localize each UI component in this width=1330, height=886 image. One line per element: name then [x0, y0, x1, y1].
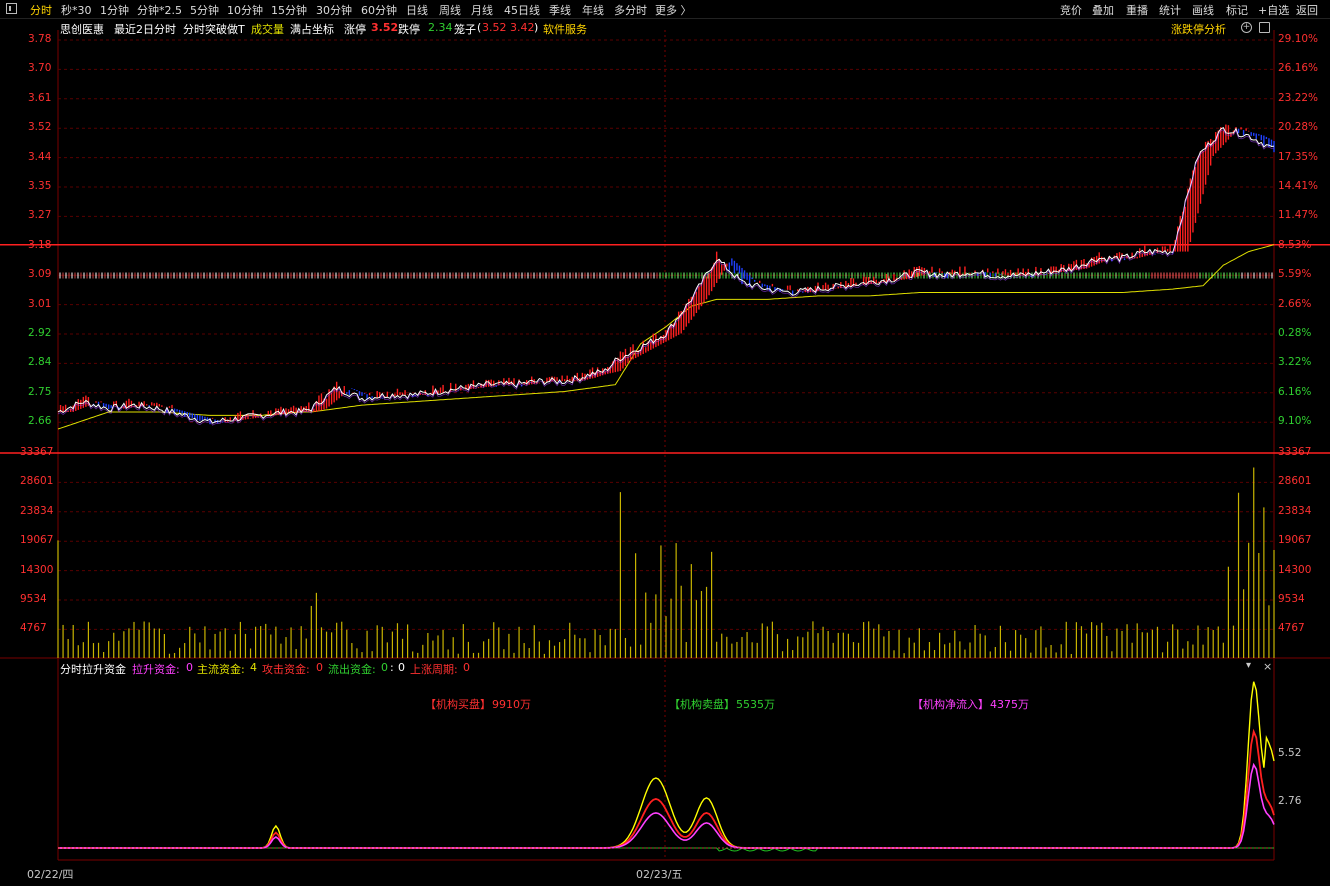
date-label-day1: 02/22/四: [27, 868, 74, 881]
inst-net-value: 4375万: [990, 698, 1029, 711]
inst-buy-value: 9910万: [492, 698, 531, 711]
volume-tick-label: 28601: [20, 475, 54, 488]
main-fund-value: 4: [250, 661, 257, 674]
price-tick-label: 2.66: [28, 415, 52, 428]
close-icon[interactable]: ×: [1263, 660, 1272, 673]
inst-net-label: 【机构净流入】: [912, 698, 989, 711]
date-label-day2: 02/23/五: [636, 868, 683, 881]
price-tick-label: 3.78: [28, 33, 52, 45]
volume-tick-label-right: 19067: [1278, 534, 1312, 547]
price-tick-label: 3.01: [28, 297, 52, 310]
inst-buy-label: 【机构买盘】: [425, 698, 491, 711]
outflow-fund-label: 流出资金:: [328, 663, 376, 676]
volume-tick-label-right: 4767: [1278, 622, 1305, 635]
price-tick-label: 2.84: [28, 356, 52, 369]
volume-tick-label-right: 33367: [1278, 446, 1312, 458]
price-tick-label: 3.44: [28, 150, 52, 163]
volume-tick-label: 14300: [20, 563, 54, 576]
attack-fund-line: [58, 728, 1275, 849]
rise-cycle-value: 0: [463, 661, 470, 674]
percent-tick-label: 5.59%: [1278, 268, 1312, 281]
volume-tick-label-right: 14300: [1278, 563, 1312, 576]
rise-cycle-label: 上涨周期:: [410, 663, 458, 676]
price-tick-label: 3.52: [28, 121, 52, 134]
main-fund-line: [58, 681, 1275, 849]
volume-bars: [57, 467, 1275, 658]
price-tick-label: 3.61: [28, 91, 52, 104]
percent-tick-label: 2.66%: [1278, 297, 1312, 310]
percent-tick-label: 0.28%: [1278, 327, 1312, 339]
percent-tick-label: 8.53%: [1278, 238, 1312, 251]
inst-sell-label: 【机构卖盘】: [669, 698, 735, 711]
unnamed-value: 0: [398, 661, 405, 674]
indicator-axis-high: 5.52: [1278, 747, 1302, 759]
price-tick-label: 3.27: [28, 209, 52, 222]
price-tick-label: 2.92: [28, 327, 52, 339]
percent-tick-label: 29.10%: [1278, 33, 1319, 45]
indicator-lines: [58, 681, 1275, 852]
volume-tick-label-right: 28601: [1278, 475, 1312, 488]
percent-tick-label: 17.35%: [1278, 150, 1319, 163]
volume-tick-label-right: 23834: [1278, 504, 1312, 517]
outflow-fund-value: 0: [381, 661, 388, 674]
volume-tick-label-right: 9534: [1278, 593, 1305, 605]
lift-fund-value: 0: [186, 661, 193, 674]
attack-fund-label: 攻击资金:: [262, 663, 310, 676]
price-tick-label: 3.35: [28, 180, 52, 192]
percent-tick-label: 3.22%: [1278, 356, 1312, 369]
percent-tick-label: 14.41%: [1278, 180, 1319, 192]
percent-tick-label: 20.28%: [1278, 121, 1319, 134]
main-fund-label: 主流资金:: [197, 663, 245, 676]
volume-tick-label: 4767: [20, 622, 47, 635]
inst-sell-value: 5535万: [736, 698, 775, 711]
volume-tick-label: 23834: [20, 504, 54, 517]
percent-tick-label: 6.16%: [1278, 385, 1312, 398]
dropdown-icon[interactable]: ▾: [1246, 660, 1251, 671]
volume-tick-label: 33367: [20, 446, 54, 458]
percent-tick-label: 23.22%: [1278, 91, 1319, 104]
intraday-chart: [0, 30, 1330, 861]
chart-grid: [0, 30, 1330, 861]
indicator-title[interactable]: 分时拉升资金: [60, 661, 126, 677]
price-tick-label: 3.70: [28, 62, 52, 75]
lift-fund-label: 拉升资金:: [132, 663, 180, 676]
indicator-axis-low: 2.76: [1278, 795, 1302, 807]
attack-fund-value: 0: [316, 661, 323, 674]
percent-tick-label: 26.16%: [1278, 62, 1319, 75]
price-tick-label: 3.18: [28, 238, 52, 251]
price-tick-label: 3.09: [28, 268, 52, 281]
percent-tick-label: 11.47%: [1278, 209, 1319, 222]
unnamed-label: :: [390, 661, 394, 674]
lift-fund-line: [58, 762, 1275, 849]
volume-tick-label: 9534: [20, 593, 47, 605]
price-tick-label: 2.75: [28, 385, 52, 398]
percent-tick-label: 9.10%: [1278, 415, 1312, 428]
volume-tick-label: 19067: [20, 534, 54, 547]
